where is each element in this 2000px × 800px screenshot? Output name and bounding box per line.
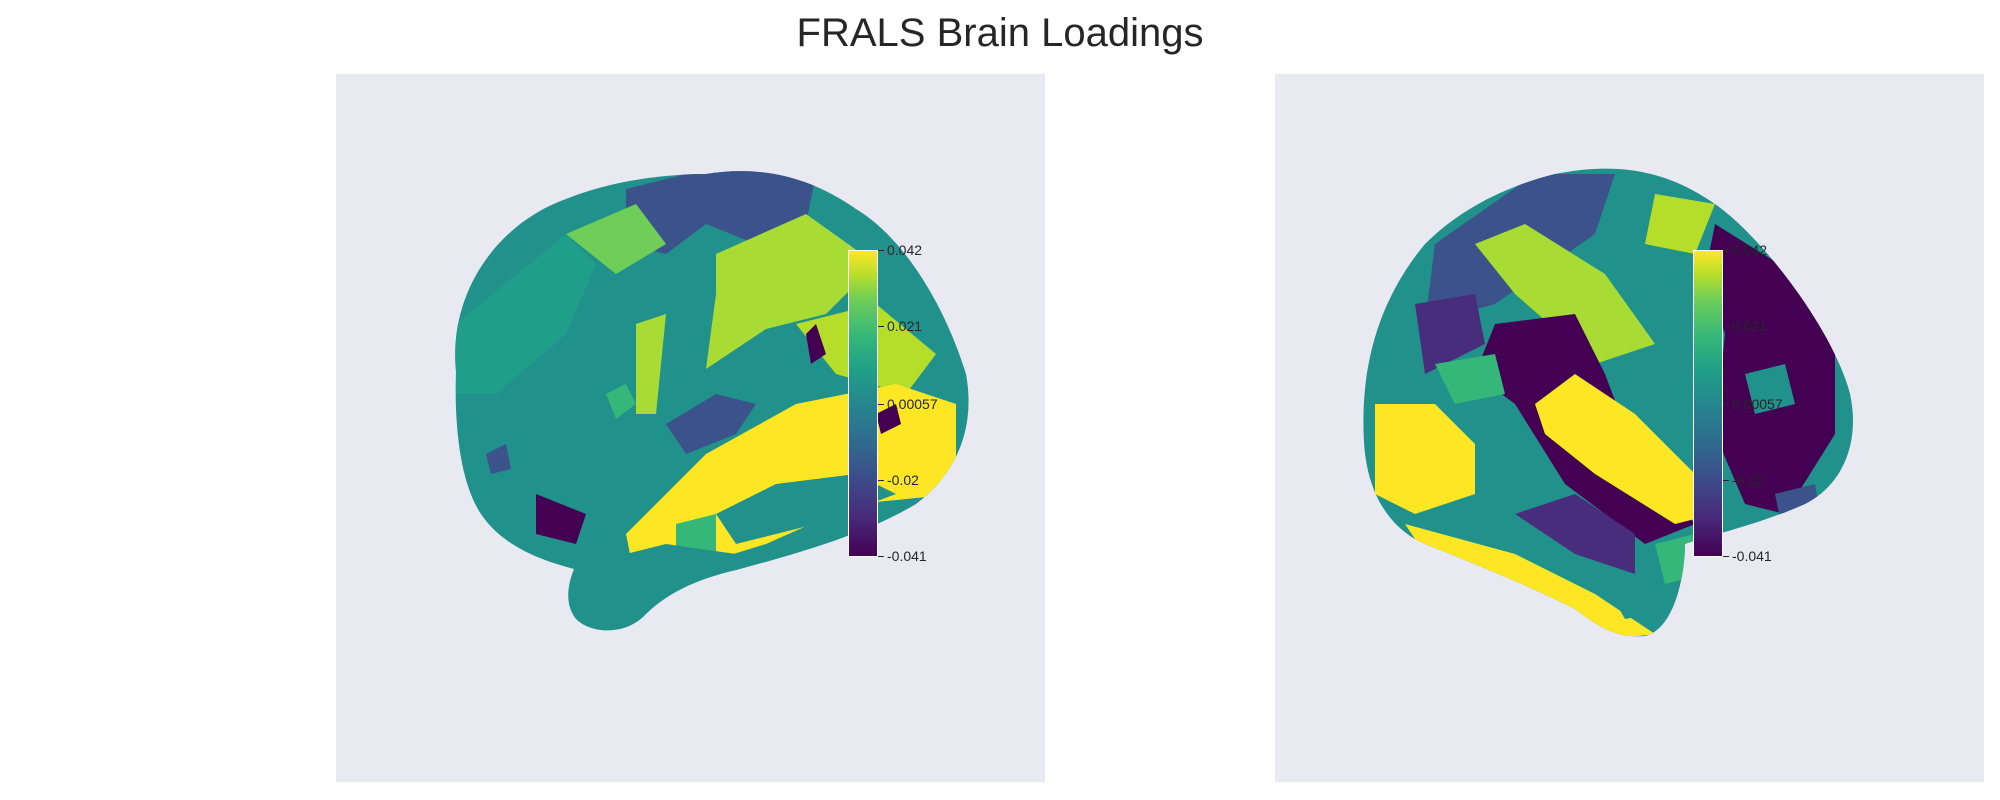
colorbar-tick-label: 0.021 [1732,318,1768,334]
left-colorbar: 0.042 0.021 0.00057 -0.02 -0.041 [848,243,988,566]
colorbar-tick-label: -0.041 [887,548,927,564]
colorbar-tick-label: 0.042 [887,242,923,258]
colorbar-tick-label: 0.00057 [887,396,938,412]
colorbar-tick-label: 0.021 [887,318,923,334]
figure-title: FRALS Brain Loadings [796,11,1204,55]
right-colorbar: 0.042 0.021 0.00057 -0.02 -0.041 [1693,243,1833,566]
left-hemisphere-panel: 0.042 0.021 0.00057 -0.02 -0.041 [336,74,1045,782]
colorbar-tick-label: 0.00057 [1732,396,1783,412]
colorbar-gradient [1693,250,1723,557]
right-hemisphere-panel: 0.042 0.021 0.00057 -0.02 -0.041 [1275,74,1984,782]
colorbar-tick-label: -0.02 [887,472,919,488]
colorbar-tick-label: 0.042 [1732,242,1768,258]
colorbar-tick-label: -0.041 [1732,548,1772,564]
colorbar-tick-label: -0.02 [1732,472,1764,488]
colorbar-gradient [848,250,878,557]
right-hemisphere-surface [1363,168,1854,637]
